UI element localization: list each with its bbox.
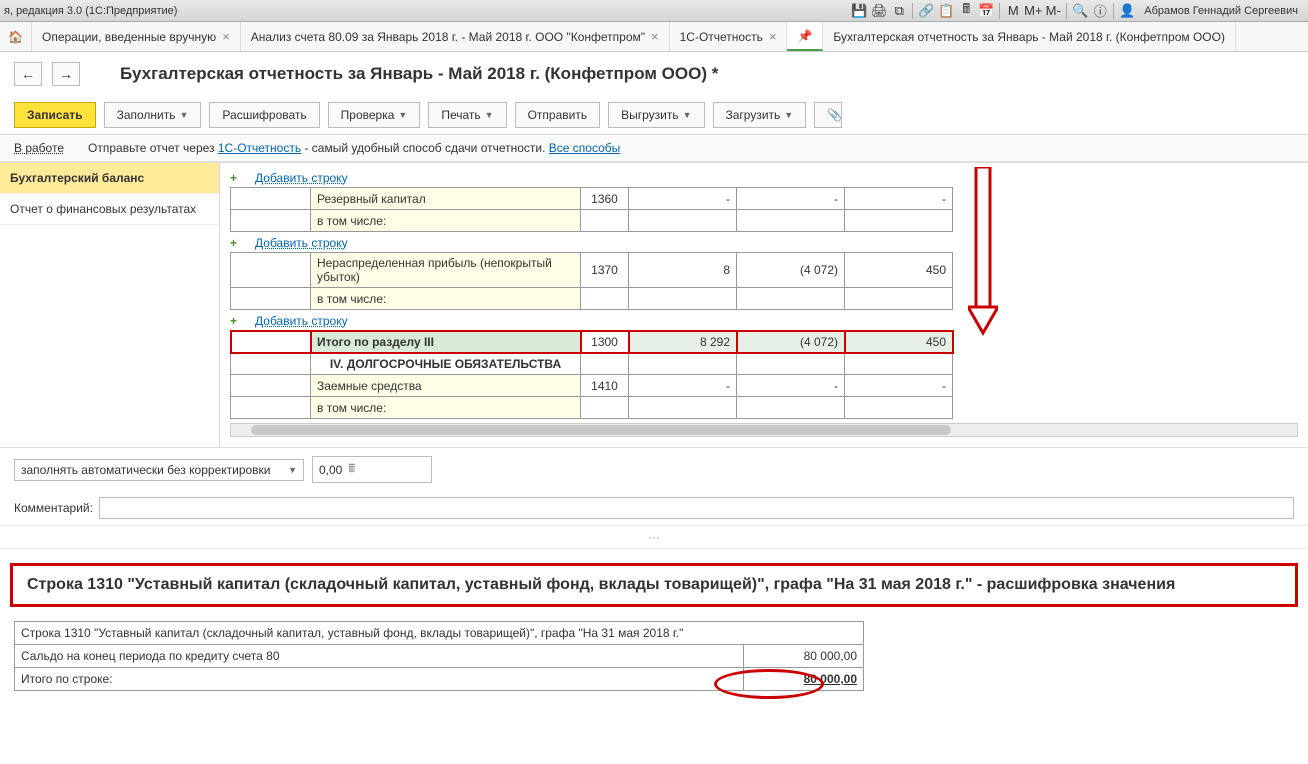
load-button[interactable]: Загрузить▼ (713, 102, 807, 128)
info-bar: В работе Отправьте отчет через 1С-Отчетн… (0, 134, 1308, 162)
table-row: в том числе: (231, 397, 953, 419)
close-icon[interactable]: × (222, 29, 230, 44)
app-title: я, редакция 3.0 (1С:Предприятие) (4, 5, 177, 17)
comment-input[interactable] (99, 497, 1294, 519)
plus-icon: + (230, 314, 237, 328)
toolbar: Записать Заполнить▼ Расшифровать Проверк… (0, 96, 1308, 134)
m-button[interactable]: M (1004, 2, 1022, 20)
plus-icon: + (230, 236, 237, 250)
forward-button[interactable]: → (52, 62, 80, 86)
value-input[interactable]: 0,00🖩 (312, 456, 432, 483)
user-name[interactable]: Абрамов Геннадий Сергеевич (1138, 5, 1304, 17)
save-icon[interactable]: 💾 (850, 2, 868, 20)
plus-icon: + (230, 171, 237, 185)
tab-balance-report[interactable]: Бухгалтерская отчетность за Январь - Май… (823, 22, 1236, 51)
add-row-link[interactable]: Добавить строку (255, 314, 348, 328)
grid-profit: Нераспределенная прибыль (непокрытый убы… (230, 252, 953, 310)
table-row-highlighted: Итого по разделу III13008 292(4 072)450 (231, 331, 953, 353)
comment-row: Комментарий: (0, 491, 1308, 525)
send-button[interactable]: Отправить (515, 102, 601, 128)
decode-button[interactable]: Расшифровать (209, 102, 319, 128)
close-icon[interactable]: × (769, 29, 777, 44)
table-row: в том числе: (231, 210, 953, 232)
calendar-icon[interactable]: 📅 (977, 2, 995, 20)
zoom-in-icon[interactable]: 🔍 (1071, 2, 1089, 20)
clipboard-icon[interactable]: 📋 (937, 2, 955, 20)
comment-label: Комментарий: (14, 501, 93, 515)
page-title: Бухгалтерская отчетность за Январь - Май… (120, 64, 718, 84)
sidebar-item-balance[interactable]: Бухгалтерский баланс (0, 163, 219, 194)
m-minus-button[interactable]: M- (1044, 2, 1062, 20)
m-plus-button[interactable]: M+ (1024, 2, 1042, 20)
save-button[interactable]: Записать (14, 102, 96, 128)
titlebar: я, редакция 3.0 (1С:Предприятие) 💾 🖨 ⧉ 🔗… (0, 0, 1308, 22)
calc-icon[interactable]: 🖩 (957, 2, 975, 20)
tab-operations[interactable]: Операции, введенные вручную× (32, 22, 241, 51)
add-row-link[interactable]: Добавить строку (255, 171, 348, 185)
fill-button[interactable]: Заполнить▼ (104, 102, 202, 128)
table-row: Итого по строке:80 000,00 (15, 668, 864, 691)
table-row: Заемные средства1410--- (231, 375, 953, 397)
separator: ··· (0, 525, 1308, 549)
user-icon: 👤 (1118, 2, 1136, 20)
check-button[interactable]: Проверка▼ (328, 102, 421, 128)
add-row-link[interactable]: Добавить строку (255, 236, 348, 250)
table-row: Строка 1310 "Уставный капитал (складочны… (15, 622, 864, 645)
auto-fill-select[interactable]: заполнять автоматически без корректировк… (14, 459, 304, 481)
1c-report-link[interactable]: 1С-Отчетность (218, 141, 301, 155)
upload-button[interactable]: Выгрузить▼ (608, 102, 704, 128)
sidebar-item-finresults[interactable]: Отчет о финансовых результатах (0, 194, 219, 225)
attach-button[interactable]: 📎 (814, 102, 842, 128)
table-row: Резервный капитал1360--- (231, 188, 953, 210)
nav-bar: ← → Бухгалтерская отчетность за Январь -… (0, 52, 1308, 96)
home-tab[interactable]: 🏠 (0, 22, 32, 51)
print-icon[interactable]: 🖨 (870, 2, 888, 20)
compare-icon[interactable]: ⧉ (890, 2, 908, 20)
footer-controls: заполнять автоматически без корректировк… (0, 447, 1308, 491)
link-icon[interactable]: 🔗 (917, 2, 935, 20)
back-button[interactable]: ← (14, 62, 42, 86)
calc-small-icon[interactable]: 🖩 (348, 460, 355, 479)
tab-bar: 🏠 Операции, введенные вручную× Анализ сч… (0, 22, 1308, 52)
table-row: IV. ДОЛГОСРОЧНЫЕ ОБЯЗАТЕЛЬСТВА (231, 353, 953, 375)
grid-total: Итого по разделу III13008 292(4 072)450 … (230, 330, 953, 419)
decode-table: Строка 1310 "Уставный капитал (складочны… (14, 621, 864, 691)
print-button[interactable]: Печать▼ (428, 102, 506, 128)
decode-title: Строка 1310 "Уставный капитал (складочны… (10, 563, 1298, 607)
status-link[interactable]: В работе (14, 141, 64, 155)
sheet-area: + Добавить строку Резервный капитал1360--… (220, 163, 1308, 447)
grid-reserve: Резервный капитал1360--- в том числе: (230, 187, 953, 232)
table-row: в том числе: (231, 288, 953, 310)
tab-pin[interactable]: 📌 (787, 22, 823, 51)
tab-1c-report[interactable]: 1С-Отчетность× (670, 22, 788, 51)
info-text: Отправьте отчет через 1С-Отчетность - са… (88, 141, 620, 155)
info-icon[interactable]: ⓘ (1091, 2, 1109, 20)
sidebar: Бухгалтерский баланс Отчет о финансовых … (0, 163, 220, 447)
table-row: Сальдо на конец периода по кредиту счета… (15, 645, 864, 668)
h-scrollbar[interactable] (230, 423, 1298, 437)
all-methods-link[interactable]: Все способы (549, 141, 621, 155)
tab-analysis[interactable]: Анализ счета 80.09 за Январь 2018 г. - М… (241, 22, 670, 51)
close-icon[interactable]: × (651, 29, 659, 44)
table-row: Нераспределенная прибыль (непокрытый убы… (231, 253, 953, 288)
